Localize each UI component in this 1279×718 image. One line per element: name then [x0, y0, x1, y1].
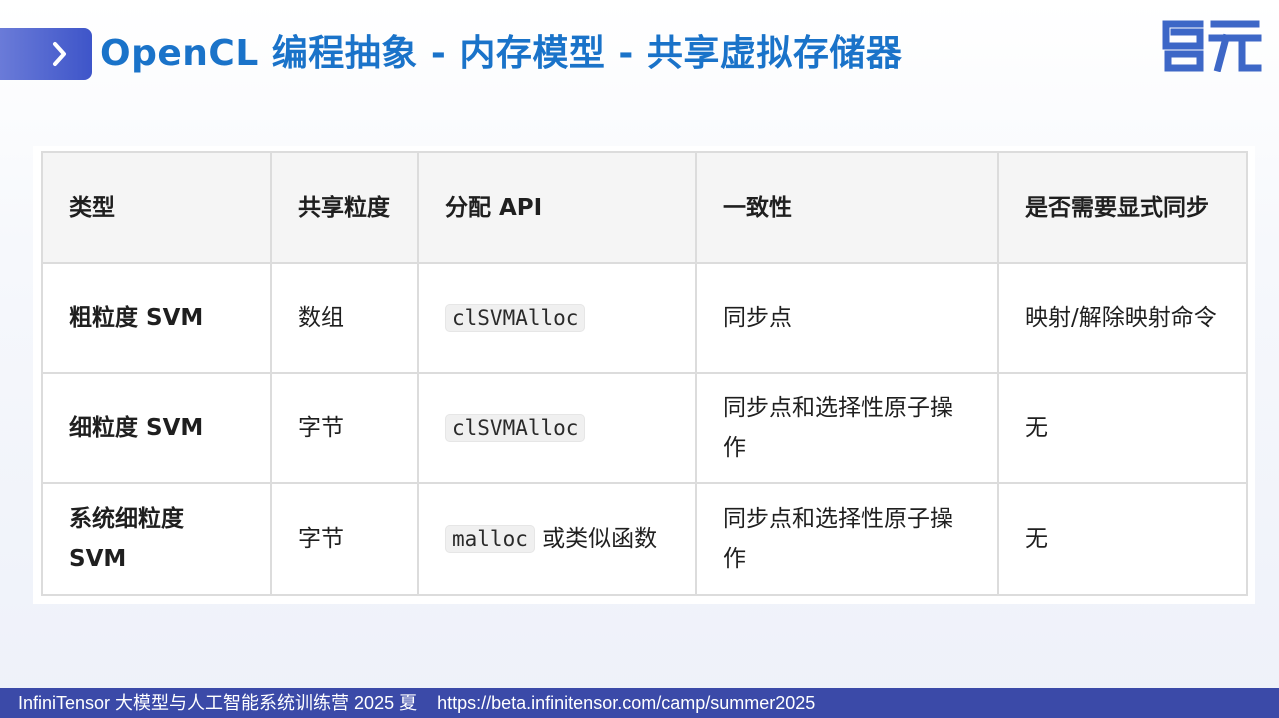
table-row: 细粒度 SVM 字节 clSVMAlloc 同步点和选择性原子操作 无	[41, 372, 1248, 484]
cell-explicit-sync: 映射/解除映射命令	[997, 262, 1248, 374]
api-code: clSVMAlloc	[445, 304, 586, 332]
chevron-right-icon	[53, 42, 66, 66]
cell-granularity: 字节	[270, 372, 419, 484]
cell-explicit-sync: 无	[997, 372, 1248, 484]
table-row: 系统细粒度 SVM 字节 malloc 或类似函数 同步点和选择性原子操作 无	[41, 482, 1248, 596]
cell-granularity: 数组	[270, 262, 419, 374]
footer-url: https://beta.infinitensor.com/camp/summe…	[437, 693, 816, 713]
logo	[1158, 16, 1262, 73]
cell-consistency: 同步点和选择性原子操作	[695, 482, 999, 596]
api-suffix: 或类似函数	[534, 526, 658, 552]
header-explicit-sync: 是否需要显式同步	[997, 151, 1248, 264]
cell-type: 系统细粒度 SVM	[41, 482, 272, 596]
title-marker	[0, 28, 92, 80]
header-granularity: 共享粒度	[270, 151, 419, 264]
cell-api: clSVMAlloc	[417, 372, 697, 484]
footer-bar: InfiniTensor 大模型与人工智能系统训练营 2025 夏 https:/…	[0, 688, 1279, 718]
cell-explicit-sync: 无	[997, 482, 1248, 596]
cell-api: clSVMAlloc	[417, 262, 697, 374]
svm-comparison-table: 类型 共享粒度 分配 API 一致性 是否需要显式同步 粗粒度 SVM 数组 c…	[41, 151, 1248, 596]
qiyuan-logo-icon	[1162, 20, 1262, 73]
api-code: malloc	[445, 525, 535, 553]
table-header-row: 类型 共享粒度 分配 API 一致性 是否需要显式同步	[41, 151, 1248, 264]
footer-text: InfiniTensor 大模型与人工智能系统训练营 2025 夏	[18, 693, 418, 713]
cell-type: 细粒度 SVM	[41, 372, 272, 484]
cell-type: 粗粒度 SVM	[41, 262, 272, 374]
api-code: clSVMAlloc	[445, 414, 586, 442]
header-api: 分配 API	[417, 151, 697, 264]
svm-table-card: 类型 共享粒度 分配 API 一致性 是否需要显式同步 粗粒度 SVM 数组 c…	[33, 146, 1255, 604]
cell-granularity: 字节	[270, 482, 419, 596]
cell-api: malloc 或类似函数	[417, 482, 697, 596]
title-bar: OpenCL 编程抽象 - 内存模型 - 共享虚拟存储器	[0, 28, 1030, 80]
slide-title: OpenCL 编程抽象 - 内存模型 - 共享虚拟存储器	[100, 33, 903, 74]
header-consistency: 一致性	[695, 151, 999, 264]
cell-consistency: 同步点和选择性原子操作	[695, 372, 999, 484]
cell-consistency: 同步点	[695, 262, 999, 374]
table-row: 粗粒度 SVM 数组 clSVMAlloc 同步点 映射/解除映射命令	[41, 262, 1248, 374]
header-type: 类型	[41, 151, 272, 264]
